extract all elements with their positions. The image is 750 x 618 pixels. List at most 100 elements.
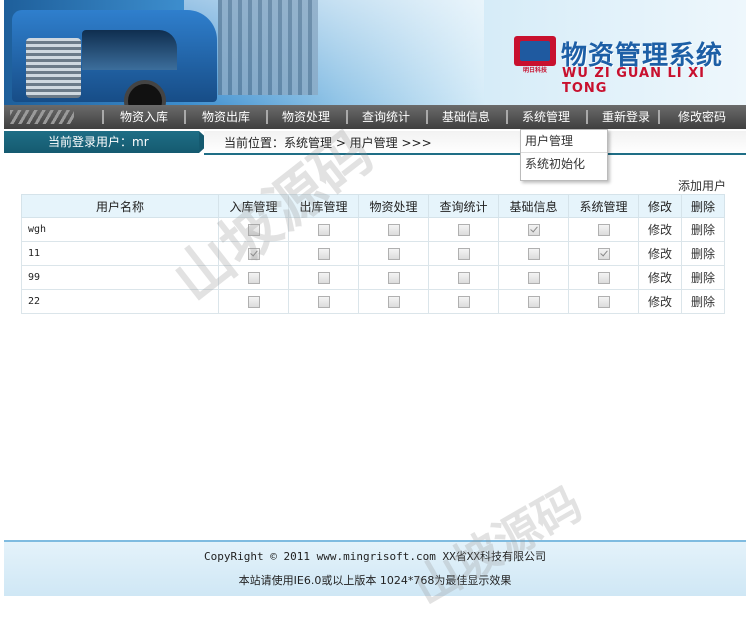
perm-cell-system-admin [568, 217, 639, 242]
perm-cell-inbound [218, 217, 289, 242]
perm-checkbox-basic-info[interactable] [527, 248, 540, 260]
footer: CopyRight © 2011 www.mingrisoft.com XX省X… [4, 540, 746, 596]
col-inbound: 入库管理 [218, 194, 289, 218]
perm-cell-processing [358, 265, 429, 290]
edit-link[interactable]: 修改 [648, 271, 672, 285]
perm-checkbox-statistics[interactable] [457, 296, 470, 308]
app-pinyin: WU ZI GUAN LI XI TONG [562, 66, 706, 96]
nav-item-inbound[interactable]: 物资入库 [108, 105, 180, 129]
nav-item-processing[interactable]: 物资处理 [270, 105, 342, 129]
logo-subtext: 明日科技 [522, 67, 547, 74]
footer-note: 本站请使用IE6.0或以上版本 1024*768为最佳显示效果 [238, 574, 512, 587]
perm-checkbox-outbound[interactable] [317, 296, 330, 308]
truck-window [82, 30, 177, 70]
perm-checkbox-basic-info[interactable] [527, 296, 540, 308]
perm-checkbox-statistics[interactable] [457, 224, 470, 236]
current-user-tab: 当前登录用户：mr [4, 131, 211, 153]
nav-separator [426, 110, 428, 124]
perm-cell-statistics [428, 265, 499, 290]
table-row: 11 修改 删除 [21, 241, 725, 266]
edit-cell: 修改 [638, 289, 682, 314]
perm-cell-outbound [288, 217, 359, 242]
delete-link[interactable]: 删除 [691, 223, 715, 237]
perm-cell-outbound [288, 241, 359, 266]
perm-checkbox-outbound[interactable] [317, 224, 330, 236]
delete-cell: 删除 [681, 217, 725, 242]
current-user-label: 当前登录用户：mr [48, 135, 149, 149]
nav-separator [184, 110, 186, 124]
truck-image [12, 10, 217, 102]
nav-item-outbound[interactable]: 物资出库 [190, 105, 262, 129]
nav-item-system-admin[interactable]: 系统管理 [510, 105, 582, 129]
perm-checkbox-outbound[interactable] [317, 248, 330, 260]
username-cell: 99 [21, 265, 219, 290]
perm-cell-statistics [428, 241, 499, 266]
header-banner: 明日科技 物资管理系统 WU ZI GUAN LI XI TONG [4, 0, 746, 105]
perm-checkbox-statistics[interactable] [457, 248, 470, 260]
perm-cell-processing [358, 217, 429, 242]
perm-cell-basic-info [498, 289, 569, 314]
perm-cell-inbound [218, 265, 289, 290]
table-row: wgh 修改 删除 [21, 217, 725, 242]
breadcrumb: 当前位置：系统管理 > 用户管理 >>> [204, 131, 746, 155]
perm-cell-outbound [288, 289, 359, 314]
perm-checkbox-basic-info[interactable] [527, 224, 540, 236]
perm-cell-system-admin [568, 289, 639, 314]
perm-checkbox-inbound[interactable] [247, 224, 260, 236]
perm-cell-basic-info [498, 265, 569, 290]
perm-checkbox-processing[interactable] [387, 248, 400, 260]
footer-copyright: CopyRight © 2011 www.mingrisoft.com XX省X… [204, 550, 546, 563]
perm-checkbox-system-admin[interactable] [597, 272, 610, 284]
perm-cell-statistics [428, 217, 499, 242]
edit-cell: 修改 [638, 217, 682, 242]
edit-link[interactable]: 修改 [648, 223, 672, 237]
nav-item-basic-info[interactable]: 基础信息 [430, 105, 502, 129]
perm-checkbox-statistics[interactable] [457, 272, 470, 284]
col-edit: 修改 [638, 194, 682, 218]
perm-checkbox-inbound[interactable] [247, 272, 260, 284]
edit-link[interactable]: 修改 [648, 295, 672, 309]
perm-cell-system-admin [568, 265, 639, 290]
edit-cell: 修改 [638, 241, 682, 266]
add-user-link[interactable]: 添加用户 [678, 177, 726, 194]
perm-checkbox-system-admin[interactable] [597, 296, 610, 308]
nav-separator [506, 110, 508, 124]
perm-checkbox-processing[interactable] [387, 296, 400, 308]
col-basic-info: 基础信息 [498, 194, 569, 218]
perm-checkbox-basic-info[interactable] [527, 272, 540, 284]
perm-checkbox-outbound[interactable] [317, 272, 330, 284]
nav-separator [266, 110, 268, 124]
company-logo-icon [514, 36, 556, 66]
system-admin-dropdown: 用户管理 系统初始化 [520, 129, 608, 181]
table-header-row: 用户名称 入库管理 出库管理 物资处理 查询统计 基础信息 系统管理 修改 删除 [21, 194, 725, 218]
nav-item-relogin[interactable]: 重新登录 [590, 105, 662, 129]
nav-decoration [10, 110, 74, 124]
delete-cell: 删除 [681, 265, 725, 290]
col-processing: 物资处理 [358, 194, 429, 218]
perm-cell-system-admin [568, 241, 639, 266]
banner-trailer-image [218, 0, 318, 95]
col-username: 用户名称 [21, 194, 219, 218]
menu-item-user-management[interactable]: 用户管理 [521, 130, 607, 152]
perm-checkbox-inbound[interactable] [247, 248, 260, 260]
perm-checkbox-processing[interactable] [387, 224, 400, 236]
perm-checkbox-system-admin[interactable] [597, 248, 610, 260]
perm-cell-outbound [288, 265, 359, 290]
perm-checkbox-system-admin[interactable] [597, 224, 610, 236]
nav-separator [658, 110, 660, 124]
delete-link[interactable]: 删除 [691, 295, 715, 309]
edit-link[interactable]: 修改 [648, 247, 672, 261]
perm-checkbox-processing[interactable] [387, 272, 400, 284]
delete-link[interactable]: 删除 [691, 247, 715, 261]
delete-link[interactable]: 删除 [691, 271, 715, 285]
perm-cell-inbound [218, 241, 289, 266]
perm-checkbox-inbound[interactable] [247, 296, 260, 308]
nav-item-change-password[interactable]: 修改密码 [664, 105, 740, 129]
perm-cell-basic-info [498, 217, 569, 242]
col-statistics: 查询统计 [428, 194, 499, 218]
nav-item-statistics[interactable]: 查询统计 [350, 105, 422, 129]
delete-cell: 删除 [681, 241, 725, 266]
username-cell: 11 [21, 241, 219, 266]
username-cell: wgh [21, 217, 219, 242]
menu-item-system-init[interactable]: 系统初始化 [521, 152, 607, 175]
